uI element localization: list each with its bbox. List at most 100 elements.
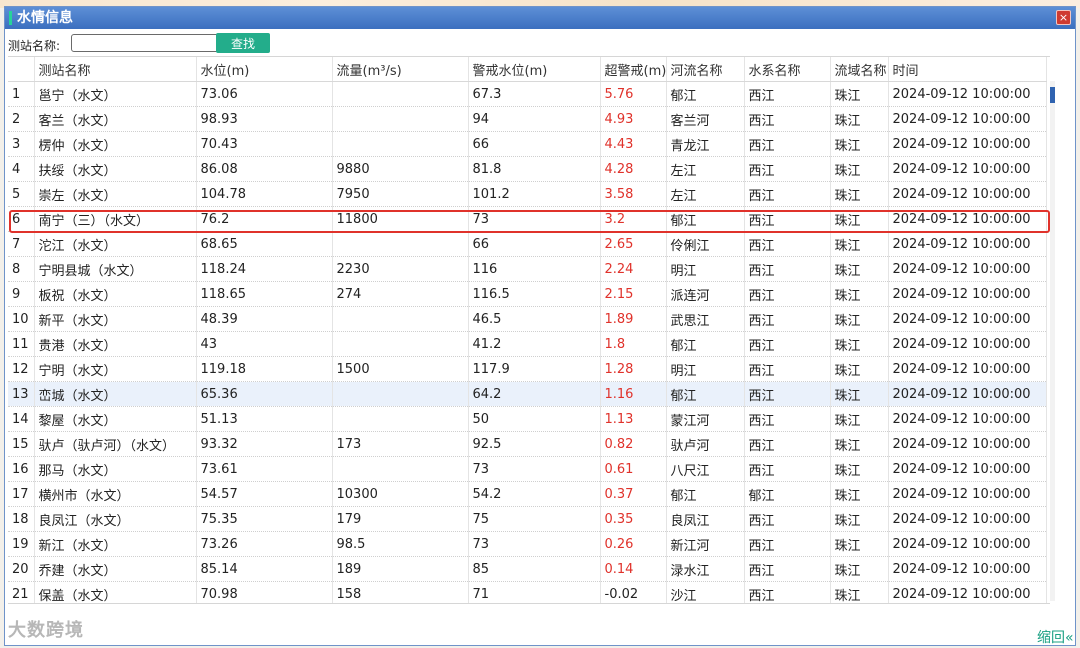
cell-water-system: 西江 (744, 356, 831, 382)
table-row[interactable]: 7 沱江（水文） 68.65 66 2.65 伶俐江 西江 珠江 2024-09-12 10:0… (8, 231, 1047, 257)
cell-row-index: 13 (8, 381, 35, 407)
cell-water-system: 西江 (744, 581, 831, 603)
cell-over-warning: 5.76 (600, 81, 667, 107)
cell-basin-name: 珠江 (830, 106, 889, 132)
cell-flow: 179 (332, 506, 469, 532)
cell-water-system: 西江 (744, 106, 831, 132)
cell-water-system: 西江 (744, 406, 831, 432)
table-row[interactable]: 5 崇左（水文） 104.78 7950 101.2 3.58 左江 西江 珠江 2024-09-… (8, 181, 1047, 207)
column-header-1[interactable]: 测站名称 (34, 57, 197, 82)
cell-flow: 10300 (332, 481, 469, 507)
cell-water-system: 西江 (744, 131, 831, 157)
cell-basin-name: 珠江 (830, 581, 889, 603)
table-row[interactable]: 9 板祝（水文） 118.65 274 116.5 2.15 派连河 西江 珠江 2024-09-… (8, 281, 1047, 307)
cell-basin-name: 珠江 (830, 281, 889, 307)
station-name-label: 测站名称: (8, 39, 61, 53)
column-header-2[interactable]: 水位(m) (196, 57, 333, 82)
cell-over-warning: 0.37 (600, 481, 667, 507)
cell-time: 2024-09-12 10:00:00 (888, 556, 1047, 582)
cell-station-name: 新江（水文） (34, 531, 197, 557)
cell-over-warning: 1.16 (600, 381, 667, 407)
table-row[interactable]: 17 横州市（水文） 54.57 10300 54.2 0.37 郁江 郁江 珠江 2024-09… (8, 481, 1047, 507)
cell-over-warning: 0.26 (600, 531, 667, 557)
cell-station-name: 乔建（水文） (34, 556, 197, 582)
water-table: 测站名称 水位(m) 流量(m³/s) 警戒水位(m) 超警戒(m) 河流名称 水系名称 流域… (8, 57, 1047, 603)
table-row[interactable]: 15 驮卢（驮卢河）（水文） 93.32 173 92.5 0.82 驮卢河 西江 珠江 2024… (8, 431, 1047, 457)
table-row[interactable]: 21 保盖（水文） 70.98 158 71 -0.02 沙江 西江 珠江 2024-09-12 … (8, 581, 1047, 603)
cell-station-name: 板祝（水文） (34, 281, 197, 307)
cell-water-level: 68.65 (196, 231, 333, 257)
cell-water-level: 118.24 (196, 256, 333, 282)
table-row[interactable]: 20 乔建（水文） 85.14 189 85 0.14 渌水江 西江 珠江 2024-09-12 … (8, 556, 1047, 582)
table-row[interactable]: 2 客兰（水文） 98.93 94 4.93 客兰河 西江 珠江 2024-09-12 10:0… (8, 106, 1047, 132)
cell-flow (332, 331, 469, 357)
cell-basin-name: 珠江 (830, 431, 889, 457)
table-row[interactable]: 10 新平（水文） 48.39 46.5 1.89 武思江 西江 珠江 2024-09-12 1… (8, 306, 1047, 332)
cell-time: 2024-09-12 10:00:00 (888, 281, 1047, 307)
cell-row-index: 4 (8, 156, 35, 182)
column-header-5[interactable]: 超警戒(m) (600, 57, 667, 82)
cell-station-name: 贵港（水文） (34, 331, 197, 357)
column-header-4[interactable]: 警戒水位(m) (468, 57, 601, 82)
table-row[interactable]: 6 南宁（三）（水文） 76.2 11800 73 3.2 郁江 西江 珠江 2024-09-12… (8, 206, 1047, 232)
cell-basin-name: 珠江 (830, 356, 889, 382)
cell-basin-name: 珠江 (830, 481, 889, 507)
column-header-6[interactable]: 河流名称 (666, 57, 745, 82)
table-row[interactable]: 4 扶绥（水文） 86.08 9880 81.8 4.28 左江 西江 珠江 2024-09-12… (8, 156, 1047, 182)
cell-time: 2024-09-12 10:00:00 (888, 431, 1047, 457)
cell-basin-name: 珠江 (830, 531, 889, 557)
column-header-8[interactable]: 流域名称 (830, 57, 889, 82)
table-row[interactable]: 3 楞仲（水文） 70.43 66 4.43 青龙江 西江 珠江 2024-09-12 10:0… (8, 131, 1047, 157)
cell-row-index: 15 (8, 431, 35, 457)
scrollbar-thumb[interactable] (1050, 87, 1055, 103)
cell-station-name: 崇左（水文） (34, 181, 197, 207)
cell-water-level: 93.32 (196, 431, 333, 457)
cell-time: 2024-09-12 10:00:00 (888, 81, 1047, 107)
table-row[interactable]: 1 邕宁（水文） 73.06 67.3 5.76 郁江 西江 珠江 2024-09-12 10:… (8, 81, 1047, 107)
vertical-scrollbar[interactable] (1050, 81, 1055, 601)
table-row[interactable]: 13 峦城（水文） 65.36 64.2 1.16 郁江 西江 珠江 2024-09-12 10… (8, 381, 1047, 407)
table-row[interactable]: 8 宁明县城（水文） 118.24 2230 116 2.24 明江 西江 珠江 2024-09-… (8, 256, 1047, 282)
collapse-link[interactable]: 缩回« (1037, 627, 1074, 647)
cell-warning-level: 92.5 (468, 431, 601, 457)
table-row[interactable]: 16 那马（水文） 73.61 73 0.61 八尺江 西江 珠江 2024-09-12 10:… (8, 456, 1047, 482)
cell-water-system: 郁江 (744, 481, 831, 507)
table-row[interactable]: 18 良凤江（水文） 75.35 179 75 0.35 良凤江 西江 珠江 2024-09-12… (8, 506, 1047, 532)
cell-flow: 189 (332, 556, 469, 582)
column-header-3[interactable]: 流量(m³/s) (332, 57, 469, 82)
cell-water-system: 西江 (744, 556, 831, 582)
cell-warning-level: 66 (468, 231, 601, 257)
column-header-7[interactable]: 水系名称 (744, 57, 831, 82)
cell-river-name: 明江 (666, 256, 745, 282)
station-name-input[interactable] (71, 34, 223, 52)
cell-river-name: 新江河 (666, 531, 745, 557)
cell-warning-level: 54.2 (468, 481, 601, 507)
cell-flow (332, 381, 469, 407)
column-header-9[interactable]: 时间 (888, 57, 1047, 82)
table-row[interactable]: 11 贵港（水文） 43 41.2 1.8 郁江 西江 珠江 2024-09-12 10:00:… (8, 331, 1047, 357)
cell-row-index: 2 (8, 106, 35, 132)
cell-warning-level: 94 (468, 106, 601, 132)
table-row[interactable]: 12 宁明（水文） 119.18 1500 117.9 1.28 明江 西江 珠江 2024-09… (8, 356, 1047, 382)
cell-basin-name: 珠江 (830, 181, 889, 207)
cell-over-warning: 0.35 (600, 506, 667, 532)
cell-basin-name: 珠江 (830, 256, 889, 282)
cell-river-name: 伶俐江 (666, 231, 745, 257)
cell-row-index: 3 (8, 131, 35, 157)
cell-flow (332, 106, 469, 132)
column-header-0[interactable] (8, 57, 35, 82)
table-row[interactable]: 19 新江（水文） 73.26 98.5 73 0.26 新江河 西江 珠江 2024-09-12… (8, 531, 1047, 557)
search-button[interactable]: 查找 (216, 33, 270, 53)
cell-warning-level: 85 (468, 556, 601, 582)
cell-flow (332, 131, 469, 157)
cell-river-name: 武思江 (666, 306, 745, 332)
cell-water-system: 西江 (744, 206, 831, 232)
cell-warning-level: 50 (468, 406, 601, 432)
cell-over-warning: 2.65 (600, 231, 667, 257)
table-body: 1 邕宁（水文） 73.06 67.3 5.76 郁江 西江 珠江 2024-09-12 10:… (8, 81, 1047, 603)
close-icon: × (1058, 11, 1069, 24)
cell-water-level: 73.61 (196, 456, 333, 482)
cell-time: 2024-09-12 10:00:00 (888, 131, 1047, 157)
table-row[interactable]: 14 黎屋（水文） 51.13 50 1.13 蒙江河 西江 珠江 2024-09-12 10:… (8, 406, 1047, 432)
close-button[interactable]: × (1056, 10, 1071, 25)
